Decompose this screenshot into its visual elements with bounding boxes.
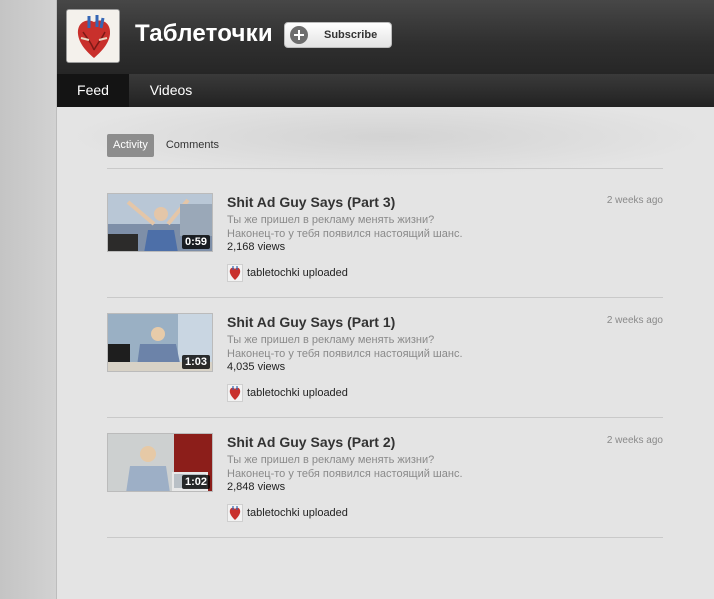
description-line: Ты же пришел в рекламу менять жизни? (227, 214, 435, 226)
video-description: Ты же пришел в рекламу менять жизни? Нак… (227, 453, 463, 481)
description-line: Наконец-то у тебя появился настоящий шан… (227, 228, 463, 240)
anatomical-heart-icon (67, 10, 119, 62)
description-line: Наконец-то у тебя появился настоящий шан… (227, 348, 463, 360)
tab-videos[interactable]: Videos (135, 74, 207, 107)
uploader-info: tabletochki uploaded (227, 384, 348, 402)
view-count: 2,848 views (227, 481, 286, 493)
channel-title: Таблеточки (135, 20, 273, 47)
video-title-link[interactable]: Shit Ad Guy Says (Part 3) (227, 194, 395, 210)
channel-tabs: Feed Videos (57, 74, 714, 107)
feed-item: 1:02 Shit Ad Guy Says (Part 2) Ты же при… (107, 433, 663, 553)
anatomical-heart-icon (229, 386, 241, 400)
video-title-link[interactable]: Shit Ad Guy Says (Part 1) (227, 314, 395, 330)
uploader-avatar[interactable] (227, 384, 243, 402)
uploader-text[interactable]: tabletochki uploaded (247, 507, 348, 519)
feed-content: Activity Comments 0:59 Shit Ad Guy Says … (57, 107, 714, 599)
channel-avatar[interactable] (66, 9, 120, 63)
view-count: 4,035 views (227, 361, 286, 373)
uploader-avatar[interactable] (227, 504, 243, 522)
subnav-comments[interactable]: Comments (160, 134, 225, 157)
video-thumbnail[interactable]: 0:59 (107, 193, 213, 252)
subscribe-label: Subscribe (324, 29, 378, 41)
plus-icon (290, 26, 308, 44)
divider (107, 417, 663, 418)
left-gutter (0, 0, 57, 599)
uploader-info: tabletochki uploaded (227, 264, 348, 282)
description-line: Наконец-то у тебя появился настоящий шан… (227, 468, 463, 480)
subnav-activity[interactable]: Activity (107, 134, 154, 157)
timestamp: 2 weeks ago (606, 435, 663, 446)
video-description: Ты же пришел в рекламу менять жизни? Нак… (227, 213, 463, 241)
divider (107, 537, 663, 538)
tab-feed[interactable]: Feed (57, 74, 129, 107)
divider (107, 168, 663, 169)
description-line: Ты же пришел в рекламу менять жизни? (227, 334, 435, 346)
video-thumbnail[interactable]: 1:02 (107, 433, 213, 492)
channel-page: Таблеточки Subscribe Feed Videos Activit… (57, 0, 714, 599)
video-duration: 1:03 (181, 355, 210, 369)
view-count: 2,168 views (227, 241, 286, 253)
feed-subnav: Activity Comments (107, 134, 225, 157)
divider (107, 297, 663, 298)
anatomical-heart-icon (229, 266, 241, 280)
channel-header: Таблеточки Subscribe (57, 0, 714, 74)
anatomical-heart-icon (229, 506, 241, 520)
timestamp: 2 weeks ago (606, 315, 663, 326)
uploader-info: tabletochki uploaded (227, 504, 348, 522)
uploader-avatar[interactable] (227, 264, 243, 282)
video-duration: 0:59 (181, 235, 210, 249)
subscribe-button[interactable]: Subscribe (284, 22, 392, 48)
uploader-text[interactable]: tabletochki uploaded (247, 387, 348, 399)
uploader-text[interactable]: tabletochki uploaded (247, 267, 348, 279)
timestamp: 2 weeks ago (606, 195, 663, 206)
video-duration: 1:02 (181, 475, 210, 489)
description-line: Ты же пришел в рекламу менять жизни? (227, 454, 435, 466)
video-description: Ты же пришел в рекламу менять жизни? Нак… (227, 333, 463, 361)
feed-item: 1:03 Shit Ad Guy Says (Part 1) Ты же при… (107, 313, 663, 433)
video-title-link[interactable]: Shit Ad Guy Says (Part 2) (227, 434, 395, 450)
video-thumbnail[interactable]: 1:03 (107, 313, 213, 372)
feed-item: 0:59 Shit Ad Guy Says (Part 3) Ты же при… (107, 193, 663, 313)
